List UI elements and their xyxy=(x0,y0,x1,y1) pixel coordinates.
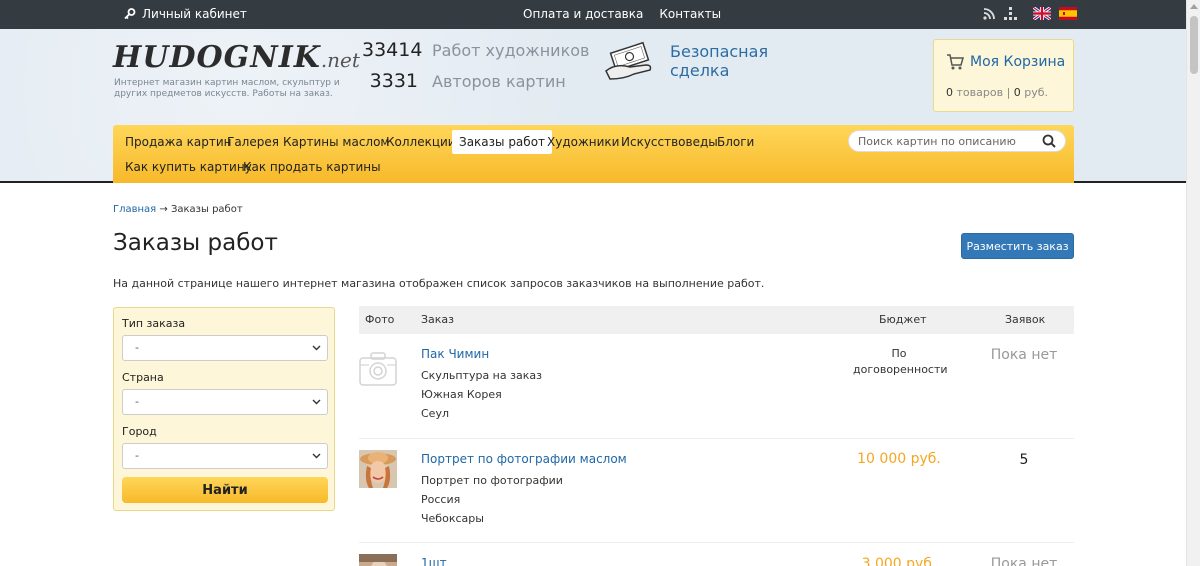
cart-widget[interactable]: Моя Корзина 0 товаров | 0 руб. xyxy=(933,39,1074,112)
chevron-down-icon xyxy=(312,453,321,459)
stat-authors: 3331 Авторов картин xyxy=(362,70,566,92)
logo-text: HUDOGNIK xyxy=(113,40,321,75)
cart-count-label: товаров xyxy=(956,86,1004,99)
search-input[interactable] xyxy=(849,131,1034,151)
cart-sum-label: руб. xyxy=(1024,86,1049,99)
order-photo-thumbnail[interactable] xyxy=(359,450,397,488)
stat-authors-value: 3331 xyxy=(369,70,418,92)
order-title-link[interactable]: Портрет по фотографии маслом xyxy=(421,452,627,466)
scroll-thumb[interactable] xyxy=(1190,16,1198,74)
order-bids: Пока нет xyxy=(990,556,1058,566)
order-bids: Пока нет xyxy=(990,347,1058,363)
column-order: Заказ xyxy=(421,313,455,326)
filter-country-select[interactable]: - xyxy=(122,389,328,415)
order-type: Портрет по фотографии xyxy=(421,474,563,487)
payment-delivery-link[interactable]: Оплата и доставка xyxy=(523,7,643,21)
spain-flag-icon[interactable] xyxy=(1059,7,1077,20)
stat-works-label: Работ художников xyxy=(432,41,590,60)
cart-title: Моя Корзина xyxy=(970,54,1066,70)
contacts-link[interactable]: Контакты xyxy=(659,7,721,21)
account-label: Личный кабинет xyxy=(142,7,247,21)
filter-search-button[interactable]: Найти xyxy=(122,477,328,503)
filter-order-type-select[interactable]: - xyxy=(122,335,328,361)
order-budget: 10 000 руб. xyxy=(857,451,941,467)
search-box xyxy=(848,130,1066,152)
site-logo[interactable]: HUDOGNIK.net xyxy=(113,40,360,76)
filter-country-label: Страна xyxy=(122,371,164,384)
key-icon xyxy=(124,8,136,20)
filter-country-value: - xyxy=(135,395,139,408)
order-photo-thumbnail[interactable] xyxy=(359,554,397,566)
filter-order-type-label: Тип заказа xyxy=(122,317,186,330)
table-header: Фото Заказ Бюджет Заявок xyxy=(359,306,1074,334)
safe-deal-link[interactable]: Безопасная сделка xyxy=(604,41,768,81)
stat-works: 33414 Работ художников xyxy=(362,39,589,61)
chevron-down-icon xyxy=(312,399,321,405)
filter-city-label: Город xyxy=(122,425,157,438)
place-order-button[interactable]: Разместить заказ xyxy=(961,233,1074,259)
filter-city-select[interactable]: - xyxy=(122,443,328,469)
breadcrumb-home-link[interactable]: Главная xyxy=(113,204,156,215)
breadcrumb: Главная → Заказы работ xyxy=(113,204,243,215)
stat-authors-label: Авторов картин xyxy=(432,72,566,91)
cart-separator: | xyxy=(1006,86,1011,99)
nav-item-how-to-sell[interactable]: Как продать картины xyxy=(236,155,388,179)
safe-deal-line2: сделка xyxy=(670,61,730,80)
sitemap-icon[interactable] xyxy=(1004,7,1017,20)
main-nav: Продажа картин Галерея Картины маслом Ко… xyxy=(113,125,1074,183)
stat-works-value: 33414 xyxy=(362,39,423,61)
table-row: Портрет по фотографии маслом Портрет по … xyxy=(359,439,1074,543)
page-scrollbar[interactable] xyxy=(1186,0,1200,566)
top-bar: Личный кабинет Оплата и доставка Контакт… xyxy=(0,0,1186,29)
order-city: Чебоксары xyxy=(421,512,484,525)
order-city: Сеул xyxy=(421,407,449,420)
order-budget: По договоренности xyxy=(853,347,948,376)
rss-icon[interactable] xyxy=(983,7,996,20)
page-description: На данной странице нашего интернет магаз… xyxy=(113,277,765,290)
safe-deal-line1: Безопасная xyxy=(670,42,769,61)
filter-city-value: - xyxy=(135,449,139,462)
account-link[interactable]: Личный кабинет xyxy=(124,7,247,21)
order-bids: 5 xyxy=(1019,452,1029,468)
camera-placeholder-icon[interactable] xyxy=(359,350,397,388)
site-header: HUDOGNIK.net Интернет магазин картин мас… xyxy=(0,29,1186,183)
filter-order-type-value: - xyxy=(135,341,139,354)
breadcrumb-current: Заказы работ xyxy=(170,204,243,215)
order-country: Южная Корея xyxy=(421,388,502,401)
cart-count: 0 xyxy=(946,86,953,99)
nav-item-orders[interactable]: Заказы работ xyxy=(452,130,553,154)
order-budget: 3 000 руб. xyxy=(861,556,937,566)
chevron-down-icon xyxy=(312,345,321,351)
order-country: Россия xyxy=(421,493,461,506)
cart-info: 0 товаров | 0 руб. xyxy=(946,86,1048,99)
order-filter-panel: Тип заказа - Страна - Город - Найти xyxy=(113,307,335,511)
column-photo: Фото xyxy=(365,313,395,326)
nav-item-blogs[interactable]: Блоги xyxy=(710,130,761,154)
shopping-cart-icon xyxy=(947,54,964,70)
order-type: Скульптура на заказ xyxy=(421,369,542,382)
breadcrumb-arrow: → xyxy=(159,204,168,215)
cart-sum: 0 xyxy=(1013,86,1021,99)
nav-item-art-critics[interactable]: Искусствоведы xyxy=(614,130,725,154)
nav-item-collections[interactable]: Коллекции xyxy=(379,130,463,154)
column-bids: Заявок xyxy=(1005,313,1046,326)
page-title: Заказы работ xyxy=(113,230,278,256)
uk-flag-icon[interactable] xyxy=(1033,7,1051,20)
order-title-link[interactable]: Пак Чимин xyxy=(421,347,489,361)
logo-suffix: .net xyxy=(320,48,360,72)
site-tagline: Интернет магазин картин маслом, скульпту… xyxy=(114,78,340,99)
search-icon[interactable] xyxy=(1042,134,1056,148)
orders-table: Фото Заказ Бюджет Заявок Пак Чимин Скуль… xyxy=(359,306,1074,566)
table-row: Пак Чимин Скульптура на заказ Южная Коре… xyxy=(359,334,1074,439)
order-title-link[interactable]: 1шт xyxy=(421,556,447,566)
scroll-up-arrow-icon[interactable] xyxy=(1190,4,1198,9)
table-row: 1шт 3 000 руб. Пока нет xyxy=(359,543,1074,566)
money-hand-icon xyxy=(605,41,652,80)
column-budget: Бюджет xyxy=(879,313,927,326)
